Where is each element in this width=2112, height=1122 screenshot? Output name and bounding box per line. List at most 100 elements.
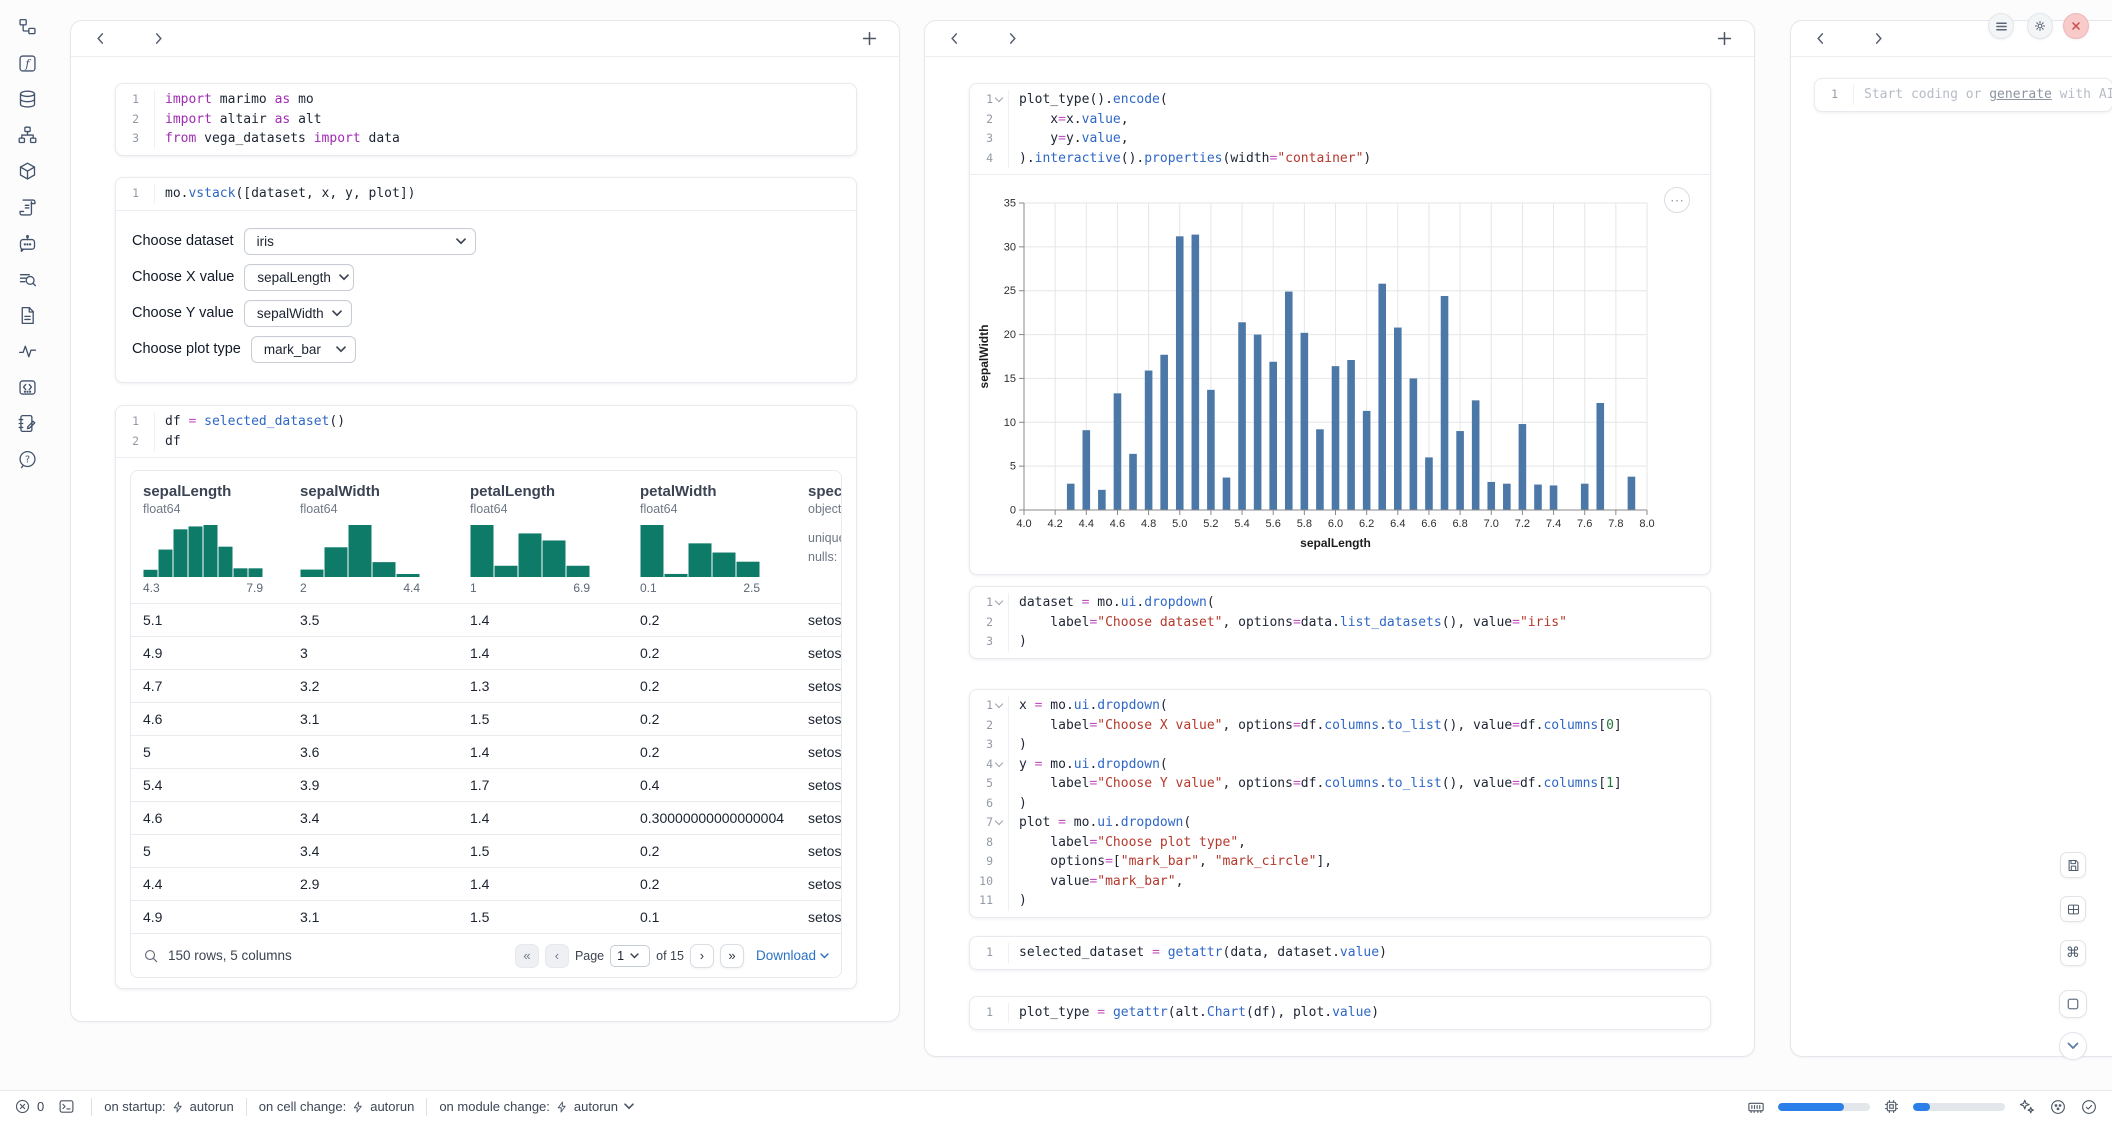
cell-new-empty[interactable]: 1 Start coding or generate with AI [1814,78,2112,112]
dataset-dropdown[interactable]: iris [244,228,476,255]
search-icon[interactable] [143,948,159,964]
code-line[interactable]: 1selected_dataset = getattr(data, datase… [970,943,1710,963]
errors-indicator[interactable]: 0 [14,1098,44,1115]
save-button[interactable] [2060,852,2086,878]
column-collapse-left-icon[interactable] [91,30,109,48]
fold-chevron-icon[interactable] [995,598,1004,607]
cell-dataframe[interactable]: 1df = selected_dataset()2df sepalLengthf… [115,405,857,989]
download-button[interactable]: Download [756,948,829,963]
cell-dataset-dropdown[interactable]: 1dataset = mo.ui.dropdown(2 label="Choos… [969,586,1711,659]
shutdown-button[interactable] [2063,13,2089,39]
code-editor[interactable]: 1plot_type = getattr(alt.Chart(df), plot… [970,997,1710,1029]
generate-with-ai-link[interactable]: generate [1989,87,2052,102]
cell-imports[interactable]: 1import marimo as mo2import altair as al… [115,83,857,156]
table-row[interactable]: 53.41.50.2setosa [131,834,841,867]
code-editor[interactable]: 1df = selected_dataset()2df [116,406,856,457]
on-startup-setting[interactable]: on startup: autorun [104,1099,234,1114]
code-line[interactable]: 1 Start coding or generate with AI [1815,85,2112,105]
table-row[interactable]: 4.42.91.40.2setosa [131,867,841,900]
notebook-menu-button[interactable] [1988,13,2014,39]
code-line[interactable]: 3 y=y.value, [970,129,1710,149]
column-header-petalWidth[interactable]: petalWidthfloat640.12.5 [628,483,796,595]
code-editor[interactable]: 1x = mo.ui.dropdown(2 label="Choose X va… [970,690,1710,917]
command-palette-button[interactable]: ⌘ [2060,940,2086,966]
column-expand-right-icon[interactable] [149,30,167,48]
logs-icon[interactable] [16,196,38,218]
code-line[interactable]: 2 label="Choose dataset", options=data.l… [970,613,1710,633]
search-logs-icon[interactable] [16,268,38,290]
code-editor[interactable]: 1import marimo as mo2import altair as al… [116,84,856,155]
code-line[interactable]: 1x = mo.ui.dropdown( [970,696,1710,716]
table-row[interactable]: 4.93.11.50.1setosa [131,900,841,933]
code-line[interactable]: 1df = selected_dataset() [116,412,856,432]
code-line[interactable]: 2import altair as alt [116,110,856,130]
table-row[interactable]: 5.43.91.70.4setosa [131,768,841,801]
column-header-petalLength[interactable]: petalLengthfloat6416.9 [458,483,628,595]
cell-xy-plot-dropdowns[interactable]: 1x = mo.ui.dropdown(2 label="Choose X va… [969,689,1711,918]
column-collapse-left-icon[interactable] [1811,30,1829,48]
code-editor[interactable]: 1mo.vstack([dataset, x, y, plot]) [116,178,856,210]
code-line[interactable]: 6) [970,794,1710,814]
code-line[interactable]: 4).interactive().properties(width="conta… [970,149,1710,169]
help-icon[interactable]: ? [16,448,38,470]
marimo-mascot-icon[interactable] [2049,1098,2067,1116]
code-line[interactable]: 2df [116,432,856,452]
on-cell-change-setting[interactable]: on cell change: autorun [259,1099,415,1114]
last-page-button[interactable]: » [720,944,744,968]
datasources-icon[interactable] [16,88,38,110]
sparkles-icon[interactable] [2018,1098,2036,1116]
code-line[interactable]: 3from vega_datasets import data [116,129,856,149]
code-line[interactable]: 2 x=x.value, [970,110,1710,130]
column-header-species[interactable]: speciesobjectunique:nulls: [796,483,841,595]
code-editor[interactable]: 1selected_dataset = getattr(data, datase… [970,937,1710,969]
x-value-dropdown[interactable]: sepalLength [244,264,354,291]
add-cell-icon[interactable] [859,29,879,49]
on-module-change-setting[interactable]: on module change: autorun [439,1099,634,1114]
terminal-button[interactable] [58,1098,75,1115]
fold-chevron-icon[interactable] [995,701,1004,710]
table-row[interactable]: 4.63.11.50.2setosa [131,702,841,735]
packages-icon[interactable] [16,160,38,182]
snippets-icon[interactable] [16,376,38,398]
table-row[interactable]: 53.61.40.2setosa [131,735,841,768]
first-page-button[interactable]: « [515,944,539,968]
column-header-sepalWidth[interactable]: sepalWidthfloat6424.4 [288,483,458,595]
code-line[interactable]: 11) [970,891,1710,911]
code-line[interactable]: 2 label="Choose X value", options=df.col… [970,716,1710,736]
table-row[interactable]: 5.13.51.40.2setosa [131,603,841,636]
table-row[interactable]: 4.931.40.2setosa [131,636,841,669]
code-line[interactable]: 9 options=["mark_bar", "mark_circle"], [970,852,1710,872]
previous-page-button[interactable]: ‹ [545,944,569,968]
settings-button[interactable] [2027,13,2053,39]
code-line[interactable]: 3) [970,632,1710,652]
code-editor[interactable]: 1plot_type().encode(2 x=x.value,3 y=y.va… [970,84,1710,174]
code-line[interactable]: 5 label="Choose Y value", options=df.col… [970,774,1710,794]
scratchpad-icon[interactable] [16,412,38,434]
fold-chevron-icon[interactable] [995,95,1004,104]
cell-selected-dataset[interactable]: 1selected_dataset = getattr(data, datase… [969,936,1711,970]
chart-actions-icon[interactable]: ⋯ [1664,187,1690,213]
plot-type-dropdown[interactable]: mark_bar [251,336,356,363]
column-header-sepalLength[interactable]: sepalLengthfloat644.37.9 [131,483,288,595]
code-line[interactable]: 1import marimo as mo [116,90,856,110]
cell-vstack[interactable]: 1mo.vstack([dataset, x, y, plot]) Choose… [115,177,857,383]
add-cell-icon[interactable] [1714,29,1734,49]
functions-icon[interactable]: f [16,52,38,74]
y-value-dropdown[interactable]: sepalWidth [244,300,352,327]
jump-to-cell-button[interactable] [2059,1032,2087,1060]
column-expand-right-icon[interactable] [1869,30,1887,48]
connection-check-icon[interactable] [2080,1098,2098,1116]
column-collapse-left-icon[interactable] [945,30,963,48]
code-line[interactable]: 8 label="Choose plot type", [970,833,1710,853]
page-select[interactable]: 1 [610,945,650,967]
cell-plot-type[interactable]: 1plot_type = getattr(alt.Chart(df), plot… [969,996,1711,1030]
focus-mode-button[interactable] [2059,990,2087,1018]
code-line[interactable]: 1plot_type().encode( [970,90,1710,110]
panel-layout-button[interactable] [2060,896,2086,922]
code-line[interactable]: 7plot = mo.ui.dropdown( [970,813,1710,833]
code-line[interactable]: 3) [970,735,1710,755]
next-page-button[interactable]: › [690,944,714,968]
code-line[interactable]: 10 value="mark_bar", [970,872,1710,892]
documentation-icon[interactable] [16,304,38,326]
code-line[interactable]: 1plot_type = getattr(alt.Chart(df), plot… [970,1003,1710,1023]
